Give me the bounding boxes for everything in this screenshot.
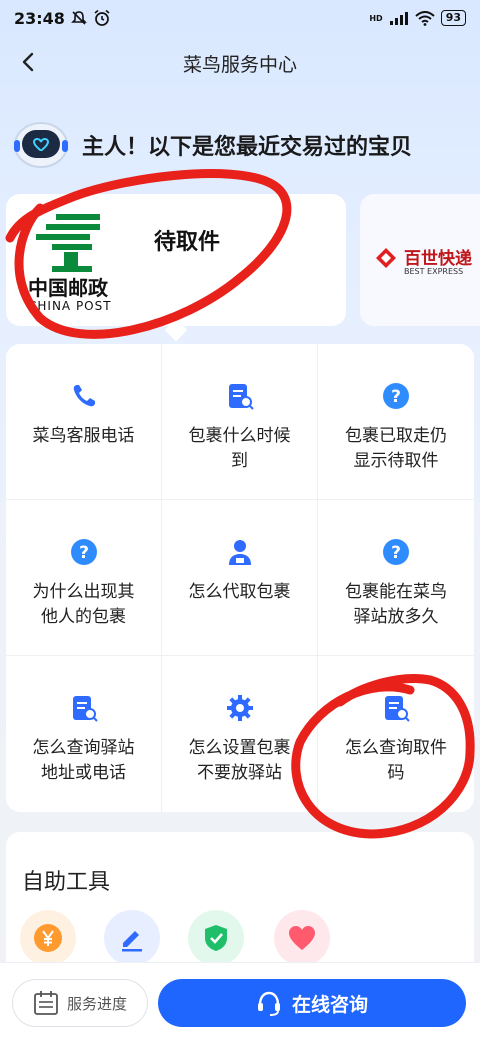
faq-label: 包裹什么时候到: [188, 426, 291, 471]
tool-security[interactable]: [188, 910, 244, 966]
question-icon: ?: [383, 383, 409, 409]
faq-item[interactable]: 怎么查询取件码: [318, 656, 474, 812]
robot-mascot-icon: [14, 122, 68, 168]
faq-item[interactable]: 怎么代取包裹: [162, 500, 318, 656]
package-card-2[interactable]: 百世快递 BEST EXPRESS: [360, 194, 480, 326]
china-post-logo: 中国邮政 CHINA POST: [28, 214, 112, 312]
battery-indicator: 93: [440, 10, 466, 26]
best-express-logo: 百世快递 BEST EXPRESS: [376, 248, 472, 276]
faq-label: 怎么代取包裹: [188, 582, 291, 602]
shield-check-icon: [205, 925, 227, 951]
tool-favorite[interactable]: [274, 910, 330, 966]
svg-text:?: ?: [79, 543, 89, 563]
signal-icon: [389, 12, 408, 25]
faq-grid: 菜鸟客服电话 包裹什么时候到 ? 包裹已取走仍显示待取件 ? 为什么出现其他人的…: [6, 344, 474, 812]
network-label: HD: [369, 13, 383, 23]
headset-icon: [257, 991, 280, 1016]
package-status: 待取件: [154, 230, 221, 255]
clock: 23:48: [14, 8, 65, 28]
bell-off-icon: [71, 11, 87, 25]
alarm-icon: [94, 9, 110, 26]
faq-item[interactable]: 包裹什么时候到: [162, 344, 318, 500]
gear-icon: [226, 695, 253, 721]
faq-label: 怎么查询驿站地址或电话: [32, 738, 135, 783]
best-express-cn: 百世快递: [404, 248, 472, 269]
faq-item[interactable]: 怎么设置包裹不要放驿站: [162, 656, 318, 812]
online-consult-label: 在线咨询: [291, 993, 368, 1016]
edit-icon: [122, 931, 142, 952]
faq-label: 菜鸟客服电话: [32, 426, 135, 446]
faq-item[interactable]: ? 包裹能在菜鸟驿站放多久: [318, 500, 474, 656]
document-search-icon: [228, 384, 254, 410]
faq-label: 为什么出现其他人的包裹: [32, 582, 135, 627]
faq-label: 怎么查询取件码: [345, 738, 447, 783]
service-progress-button[interactable]: 服务进度: [12, 979, 148, 1027]
tool-payment[interactable]: [20, 910, 76, 966]
bottom-action-bar: 服务进度 在线咨询: [0, 962, 480, 1051]
calendar-list-icon: [34, 991, 58, 1015]
document-search-icon: [72, 696, 98, 722]
greeting-text: 主人！以下是您最近交易过的宝贝: [82, 135, 413, 160]
question-icon: ?: [70, 539, 97, 565]
nav-bar: 菜鸟服务中心: [0, 40, 480, 84]
online-consult-button[interactable]: 在线咨询: [158, 979, 466, 1027]
heart-icon: [289, 926, 315, 950]
faq-item[interactable]: ? 包裹已取走仍显示待取件: [318, 344, 474, 500]
tools-title: 自助工具: [22, 870, 111, 895]
faq-item[interactable]: 怎么查询驿站地址或电话: [6, 656, 162, 812]
document-search-icon: [385, 696, 410, 722]
question-icon: ?: [383, 539, 409, 565]
china-post-en: CHINA POST: [28, 299, 112, 312]
service-progress-label: 服务进度: [66, 994, 127, 1013]
svg-text:?: ?: [391, 387, 401, 407]
faq-label: 包裹能在菜鸟驿站放多久: [345, 582, 447, 627]
package-card[interactable]: 中国邮政 CHINA POST 待取件: [6, 194, 346, 326]
greeting-row: 主人！以下是您最近交易过的宝贝: [12, 118, 412, 172]
faq-label: 怎么设置包裹不要放驿站: [188, 738, 291, 783]
china-post-cn: 中国邮政: [28, 276, 109, 300]
svg-text:?: ?: [391, 543, 401, 563]
faq-item[interactable]: ? 为什么出现其他人的包裹: [6, 500, 162, 656]
faq-item[interactable]: 菜鸟客服电话: [6, 344, 162, 500]
tool-edit[interactable]: [104, 910, 160, 966]
faq-label: 包裹已取走仍显示待取件: [345, 426, 447, 471]
status-bar: 23:48 HD 93: [0, 0, 480, 36]
page-title: 菜鸟服务中心: [182, 54, 297, 76]
best-express-en: BEST EXPRESS: [404, 267, 463, 276]
yen-icon: [34, 924, 62, 952]
phone-icon: [73, 385, 95, 407]
person-icon: [228, 540, 251, 565]
wifi-icon: [415, 10, 435, 26]
